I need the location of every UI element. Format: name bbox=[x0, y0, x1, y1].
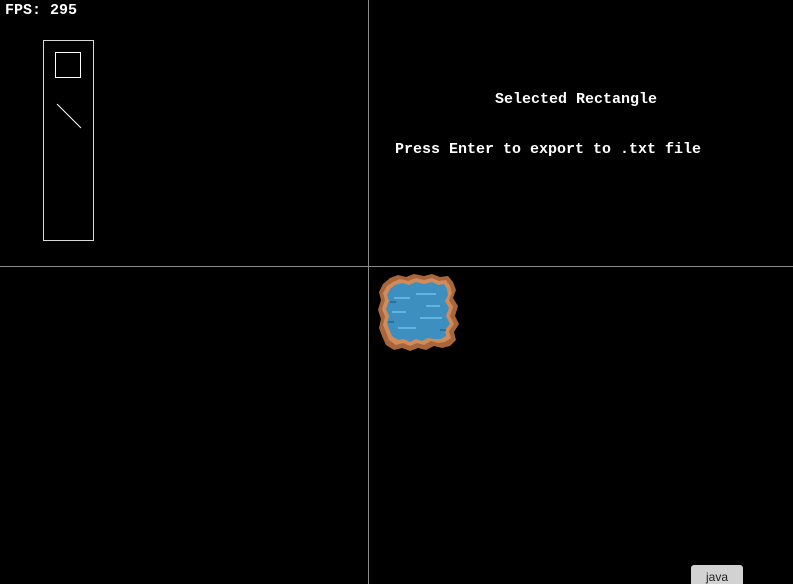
export-hint-text: Press Enter to export to .txt file bbox=[395, 141, 702, 158]
editor-canvas[interactable]: FPS: 295 Selected Rectangle Press Enter … bbox=[0, 0, 793, 584]
line-tool-icon[interactable] bbox=[54, 101, 84, 131]
vertical-axis-line bbox=[368, 0, 369, 584]
horizontal-axis-line bbox=[0, 266, 793, 267]
selected-tool-label: Selected Rectangle bbox=[495, 91, 658, 108]
pond-tile-sprite[interactable] bbox=[376, 272, 460, 352]
tool-palette bbox=[43, 40, 94, 241]
fps-counter: FPS: 295 bbox=[5, 2, 78, 19]
rectangle-tool-icon[interactable] bbox=[55, 52, 81, 78]
java-app-tab[interactable]: java bbox=[691, 565, 743, 584]
